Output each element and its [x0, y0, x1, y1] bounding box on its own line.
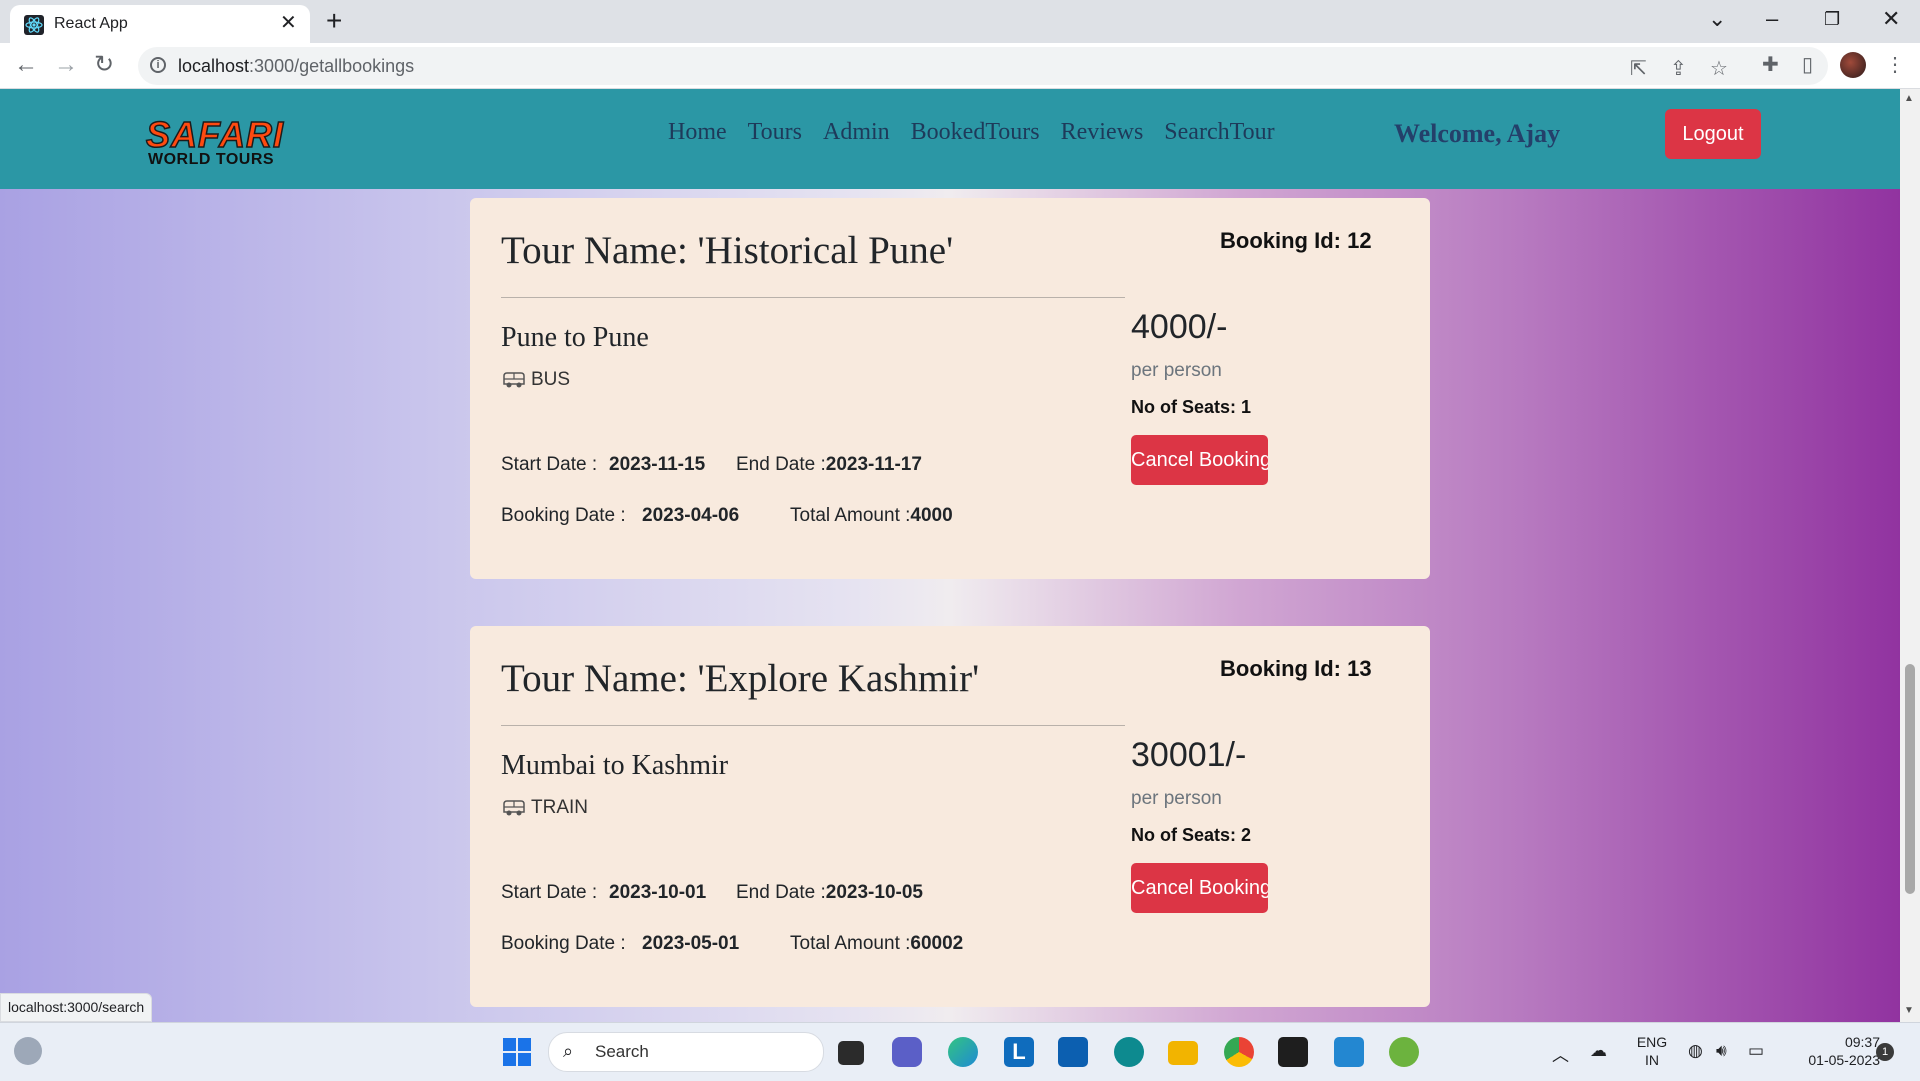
welcome-text: Welcome, Ajay	[1394, 119, 1561, 148]
browser-tab[interactable]: React App ✕	[10, 5, 310, 43]
forward-icon[interactable]: →	[54, 51, 78, 79]
start-date: 2023-10-01	[609, 882, 707, 903]
circle-app-icon[interactable]	[1114, 1037, 1144, 1067]
tab-search-icon[interactable]: ⌄	[1708, 6, 1726, 32]
status-url: localhost:3000/search	[0, 993, 153, 1022]
network-icon[interactable]: ◍	[1688, 1041, 1703, 1061]
close-tab-icon[interactable]: ✕	[280, 13, 297, 33]
extensions-icon[interactable]: ✚	[1762, 53, 1779, 77]
tour-name: Tour Name: 'Historical Pune'	[501, 229, 954, 272]
store-icon[interactable]	[1058, 1037, 1088, 1067]
logout-button[interactable]: Logout	[1665, 109, 1761, 159]
app-navbar: SAFARI WORLD TOURS Home Tours Admin Book…	[0, 89, 1900, 189]
page-scrollbar[interactable]: ▲ ▼	[1900, 89, 1920, 1022]
bookmark-star-icon[interactable]: ☆	[1710, 57, 1728, 81]
windows-start-icon[interactable]	[502, 1037, 532, 1067]
nav-links: Home Tours Admin BookedTours Reviews Sea…	[668, 119, 1275, 146]
site-info-icon[interactable]: i	[150, 57, 166, 73]
date-row: Start Date :2023-10-01 End Date :2023-10-…	[501, 882, 923, 903]
l-app-icon[interactable]: L	[1004, 1037, 1034, 1067]
booking-id: Booking Id: 12	[1220, 228, 1372, 253]
file-explorer-icon[interactable]	[1168, 1041, 1198, 1065]
share-icon[interactable]: ⇪	[1670, 57, 1687, 81]
chrome-icon[interactable]	[1224, 1037, 1254, 1067]
scroll-up-icon[interactable]: ▲	[1904, 93, 1914, 104]
total-amount: 60002	[910, 933, 964, 954]
nav-tours[interactable]: Tours	[748, 119, 802, 146]
restore-icon[interactable]: ❐	[1824, 6, 1840, 32]
date-row: Start Date :2023-11-15 End Date :2023-11-…	[501, 454, 922, 475]
booking-id: Booking Id: 13	[1220, 656, 1372, 681]
bus-icon	[503, 800, 525, 816]
windows-taskbar: ⌕ Search L ︿ ☁ ENG IN ◍ 🔊︎ ▭ 09:37 01-05-2…	[0, 1022, 1920, 1081]
battery-icon[interactable]: ▭	[1748, 1041, 1764, 1061]
terminal-icon[interactable]	[1278, 1037, 1308, 1067]
transport-mode: BUS	[501, 369, 570, 391]
task-view-icon[interactable]	[838, 1041, 864, 1065]
bus-icon	[503, 372, 525, 388]
clock[interactable]: 09:37 01-05-2023	[1780, 1033, 1880, 1069]
booking-card: Tour Name: 'Explore Kashmir' Booking Id:…	[470, 626, 1430, 1007]
edge-icon[interactable]	[948, 1037, 978, 1067]
per-person-label: per person	[1131, 788, 1222, 809]
app-page: SAFARI WORLD TOURS Home Tours Admin Book…	[0, 89, 1900, 1022]
notification-badge[interactable]: 1	[1876, 1043, 1894, 1061]
card-divider	[501, 725, 1125, 726]
menu-icon[interactable]: ⋮	[1885, 53, 1905, 77]
nav-search-tour[interactable]: SearchTour	[1164, 119, 1274, 146]
profile-avatar[interactable]	[1840, 52, 1866, 78]
start-date: 2023-11-15	[609, 454, 706, 475]
price: 4000/-	[1131, 308, 1228, 346]
tour-route: Mumbai to Kashmir	[501, 750, 729, 781]
nav-booked-tours[interactable]: BookedTours	[911, 119, 1040, 146]
teams-icon[interactable]	[892, 1037, 922, 1067]
safari-logo[interactable]: SAFARI WORLD TOURS	[145, 116, 316, 169]
end-date: 2023-11-17	[825, 454, 922, 475]
booking-row: Booking Date :2023-05-01 Total Amount :60…	[501, 933, 964, 954]
open-in-app-icon[interactable]: ⇱	[1630, 57, 1647, 81]
side-panel-icon[interactable]: ▯	[1802, 53, 1813, 77]
tab-title: React App	[54, 15, 128, 32]
seat-count: No of Seats: 1	[1131, 397, 1252, 417]
nav-home[interactable]: Home	[668, 119, 727, 146]
booking-date: 2023-05-01	[642, 933, 740, 954]
cancel-booking-button[interactable]: Cancel Booking	[1131, 863, 1268, 913]
end-date: 2023-10-05	[825, 882, 923, 903]
vscode-icon[interactable]	[1334, 1037, 1364, 1067]
tour-route: Pune to Pune	[501, 322, 649, 353]
language-indicator[interactable]: ENG IN	[1630, 1033, 1674, 1069]
new-tab-icon[interactable]: +	[326, 6, 342, 36]
back-icon[interactable]: ←	[14, 51, 38, 79]
react-icon	[24, 15, 44, 35]
card-divider	[501, 297, 1125, 298]
nav-admin[interactable]: Admin	[823, 119, 890, 146]
nav-reviews[interactable]: Reviews	[1061, 119, 1144, 146]
volume-icon[interactable]: 🔊︎	[1716, 1041, 1727, 1061]
transport-mode: TRAIN	[501, 797, 588, 819]
widgets-icon[interactable]	[14, 1037, 42, 1065]
scroll-thumb[interactable]	[1905, 664, 1915, 894]
price: 30001/-	[1131, 736, 1247, 774]
minimize-icon[interactable]: –	[1766, 6, 1778, 32]
browser-tabstrip: React App ✕ + ⌄ – ❐ ✕	[0, 0, 1920, 43]
address-bar[interactable]: i localhost:3000/getallbookings ⇱ ⇪ ☆	[138, 47, 1828, 85]
chevron-up-icon[interactable]: ︿	[1552, 1041, 1569, 1066]
seat-count: No of Seats: 2	[1131, 825, 1252, 845]
total-amount: 4000	[910, 505, 953, 526]
booking-date: 2023-04-06	[642, 505, 740, 526]
scroll-down-icon[interactable]: ▼	[1904, 1005, 1914, 1016]
reload-icon[interactable]: ↻	[94, 51, 114, 79]
url-text: localhost:3000/getallbookings	[178, 56, 415, 76]
per-person-label: per person	[1131, 360, 1222, 381]
search-icon: ⌕	[563, 1041, 574, 1061]
spring-icon[interactable]	[1389, 1037, 1419, 1067]
close-window-icon[interactable]: ✕	[1882, 6, 1900, 32]
booking-card: Tour Name: 'Historical Pune' Booking Id:…	[470, 198, 1430, 579]
cancel-booking-button[interactable]: Cancel Booking	[1131, 435, 1268, 485]
onedrive-icon[interactable]: ☁	[1590, 1041, 1607, 1061]
browser-toolbar: ← → ↻ i localhost:3000/getallbookings ⇱ …	[0, 43, 1920, 89]
tour-name: Tour Name: 'Explore Kashmir'	[501, 657, 980, 700]
booking-row: Booking Date :2023-04-06 Total Amount :40…	[501, 505, 953, 526]
taskbar-search[interactable]: ⌕ Search	[548, 1032, 824, 1072]
